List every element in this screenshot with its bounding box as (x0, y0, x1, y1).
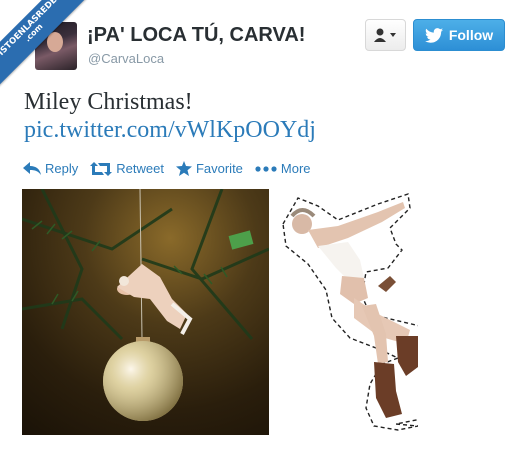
retweet-icon (90, 161, 113, 176)
reply-icon (23, 161, 41, 175)
display-name[interactable]: ¡PA' LOCA TÚ, CARVA! (87, 24, 305, 47)
more-button[interactable]: More (255, 161, 311, 176)
cutout-illustration (282, 193, 431, 431)
favorite-button[interactable]: Favorite (175, 161, 243, 176)
follow-label: Follow (448, 27, 494, 43)
retweet-button[interactable]: Retweet (90, 161, 164, 176)
more-label: More (280, 161, 311, 176)
star-icon (175, 161, 192, 176)
user-dropdown-icon (373, 28, 396, 42)
user-actions-button[interactable] (365, 19, 406, 51)
follow-button[interactable]: Follow (413, 19, 505, 51)
screen-name[interactable]: @CarvaLoca (88, 51, 164, 66)
tweet-media-link[interactable]: pic.twitter.com/vWlKpOOYdj (24, 117, 316, 144)
tweet-photo-cutout[interactable] (278, 186, 431, 431)
tweet-actions: Reply Retweet Favorite More (23, 161, 311, 176)
favorite-label: Favorite (195, 161, 243, 176)
reply-label: Reply (45, 161, 79, 176)
retweet-label: Retweet (116, 161, 164, 176)
ornament-illustration (22, 189, 269, 421)
avatar-face (47, 32, 63, 52)
reply-button[interactable]: Reply (23, 161, 78, 176)
tweet-text: Miley Christmas! (24, 89, 193, 115)
more-dots-icon (255, 165, 277, 172)
tweet-photo-ornament[interactable] (22, 189, 269, 435)
twitter-bird-icon (424, 27, 443, 43)
